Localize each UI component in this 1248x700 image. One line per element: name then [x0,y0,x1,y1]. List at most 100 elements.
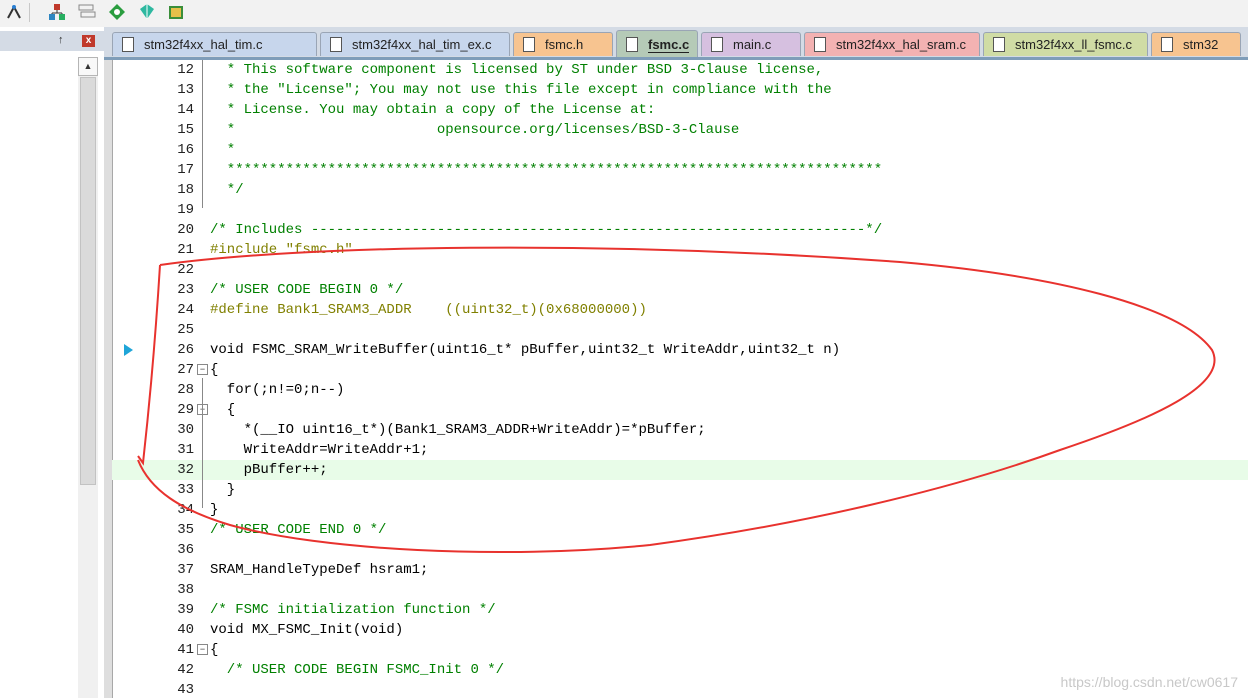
line-number: 20 [177,222,194,238]
code-text: for(;n!=0;n--) [210,382,345,398]
tab-label: stm32f4xx_hal_tim.c [144,37,263,52]
code-line[interactable]: 15 * opensource.org/licenses/BSD-3-Claus… [112,120,1248,140]
toolbar-separator [29,3,30,22]
editor-tab-bar: stm32f4xx_hal_tim.c stm32f4xx_hal_tim_ex.… [104,27,1248,60]
code-text: #define Bank1_SRAM3_ADDR ((uint32_t)(0x6… [210,302,647,318]
code-line[interactable]: 37 SRAM_HandleTypeDef hsram1; [112,560,1248,580]
code-text: { [210,402,236,418]
line-number: 42 [177,662,194,678]
tab-stm32f4xx-hal-tim-c[interactable]: stm32f4xx_hal_tim.c [112,32,317,56]
code-line[interactable]: 21 #include "fsmc.h" [112,240,1248,260]
line-number: 41 [177,642,194,658]
code-line[interactable]: 34} [112,500,1248,520]
code-line[interactable]: 12 * This software component is licensed… [112,60,1248,80]
tab-stm32f4xx-hal-sram-c[interactable]: stm32f4xx_hal_sram.c [804,32,980,56]
file-icon [626,37,638,52]
code-line[interactable]: 24 #define Bank1_SRAM3_ADDR ((uint32_t)(0… [112,300,1248,320]
project-tree-icon[interactable] [47,2,67,22]
current-line-arrow-icon [124,344,133,356]
toolbar [0,0,1248,27]
scroll-up-icon[interactable]: ▲ [78,57,98,76]
package-icon[interactable] [166,2,186,22]
pin-icon[interactable]: ↑ [58,34,64,46]
file-icon [814,37,826,52]
code-line[interactable]: 14 * License. You may obtain a copy of t… [112,100,1248,120]
code-line[interactable]: 20 /* Includes --------------------------… [112,220,1248,240]
line-number: 43 [177,682,194,698]
line-number: 37 [177,562,194,578]
tab-stm32f4xx-ll-fsmc-c[interactable]: stm32f4xx_ll_fsmc.c [983,32,1148,56]
line-number: 34 [177,502,194,518]
file-icon [1161,37,1173,52]
tab-stm32f4xx-hal-tim-ex-c[interactable]: stm32f4xx_hal_tim_ex.c [320,32,510,56]
code-text: * [210,142,236,158]
tab-label: main.c [733,37,772,52]
code-line[interactable]: 28 for(;n!=0;n--) [112,380,1248,400]
code-line[interactable]: 40 void MX_FSMC_Init(void) [112,620,1248,640]
code-line[interactable]: 27−{ [112,360,1248,380]
vertical-scrollbar[interactable]: ▲ [78,57,98,698]
fold-guide [202,378,203,508]
code-line[interactable]: 29− { [112,400,1248,420]
code-text: { [210,642,219,658]
tab-label: stm32 [1183,37,1219,52]
code-line[interactable]: 35 /* USER CODE END 0 */ [112,520,1248,540]
fold-toggle-icon[interactable]: − [197,364,208,375]
code-line[interactable]: 16 * [112,140,1248,160]
code-line[interactable]: 38 [112,580,1248,600]
code-line[interactable]: 30 *(__IO uint16_t*)(Bank1_SRAM3_ADDR+Wr… [112,420,1248,440]
line-number: 18 [177,182,194,198]
code-text: /* USER CODE END 0 */ [210,522,387,538]
code-line[interactable]: 26 void FSMC_SRAM_WriteBuffer(uint16_t* p… [112,340,1248,360]
code-line[interactable]: 31 WriteAddr=WriteAddr+1; [112,440,1248,460]
code-editor[interactable]: 12 * This software component is licensed… [104,60,1248,698]
code-line[interactable]: 32 pBuffer++; [112,460,1248,480]
close-icon[interactable]: x [82,35,95,47]
file-icon [330,37,342,52]
line-number: 21 [177,242,194,258]
watermark: https://blog.csdn.net/cw0617 [1060,674,1238,690]
file-icon [711,37,723,52]
code-line[interactable]: 41−{ [112,640,1248,660]
line-number: 26 [177,342,194,358]
tag-icon[interactable] [137,2,157,22]
fold-toggle-icon[interactable]: − [197,644,208,655]
tab-label: fsmc.c [648,36,690,53]
tab-main-c[interactable]: main.c [701,32,801,56]
code-line[interactable]: 18 */ [112,180,1248,200]
code-text: * opensource.org/licenses/BSD-3-Clause [210,122,740,138]
line-number: 30 [177,422,194,438]
code-line[interactable]: 22 [112,260,1248,280]
project-panel-header: ↑ x [0,31,104,51]
code-line[interactable]: 13 * the "License"; You may not use this… [112,80,1248,100]
code-text: SRAM_HandleTypeDef hsram1; [210,562,429,578]
tab-label: fsmc.h [545,37,584,52]
line-number: 24 [177,302,194,318]
code-line[interactable]: 17 *************************************… [112,160,1248,180]
tab-label: stm32f4xx_hal_tim_ex.c [352,37,492,52]
code-line[interactable]: 23 /* USER CODE BEGIN 0 */ [112,280,1248,300]
tab-fsmc-h[interactable]: fsmc.h [513,32,613,56]
code-text: pBuffer++; [210,462,328,478]
code-text: * the "License"; You may not use this fi… [210,82,832,98]
code-text: void FSMC_SRAM_WriteBuffer(uint16_t* pBu… [210,342,841,358]
diamond-icon[interactable] [107,2,127,22]
tab-stm32[interactable]: stm32 [1151,32,1241,56]
line-number: 31 [177,442,194,458]
wizard-icon[interactable] [4,2,24,22]
line-number: 33 [177,482,194,498]
code-line[interactable]: 36 [112,540,1248,560]
code-text: */ [210,182,244,198]
code-line[interactable]: 19 [112,200,1248,220]
scroll-thumb[interactable] [80,77,96,485]
line-number: 23 [177,282,194,298]
window-layout-icon[interactable] [77,2,97,22]
code-line[interactable]: 33 } [112,480,1248,500]
code-text: * This software component is licensed by… [210,62,824,78]
line-number: 16 [177,142,194,158]
fold-guide [202,60,203,208]
line-number: 28 [177,382,194,398]
code-line[interactable]: 25 [112,320,1248,340]
tab-fsmc-c[interactable]: fsmc.c [616,30,698,58]
code-line[interactable]: 39 /* FSMC initialization function */ [112,600,1248,620]
